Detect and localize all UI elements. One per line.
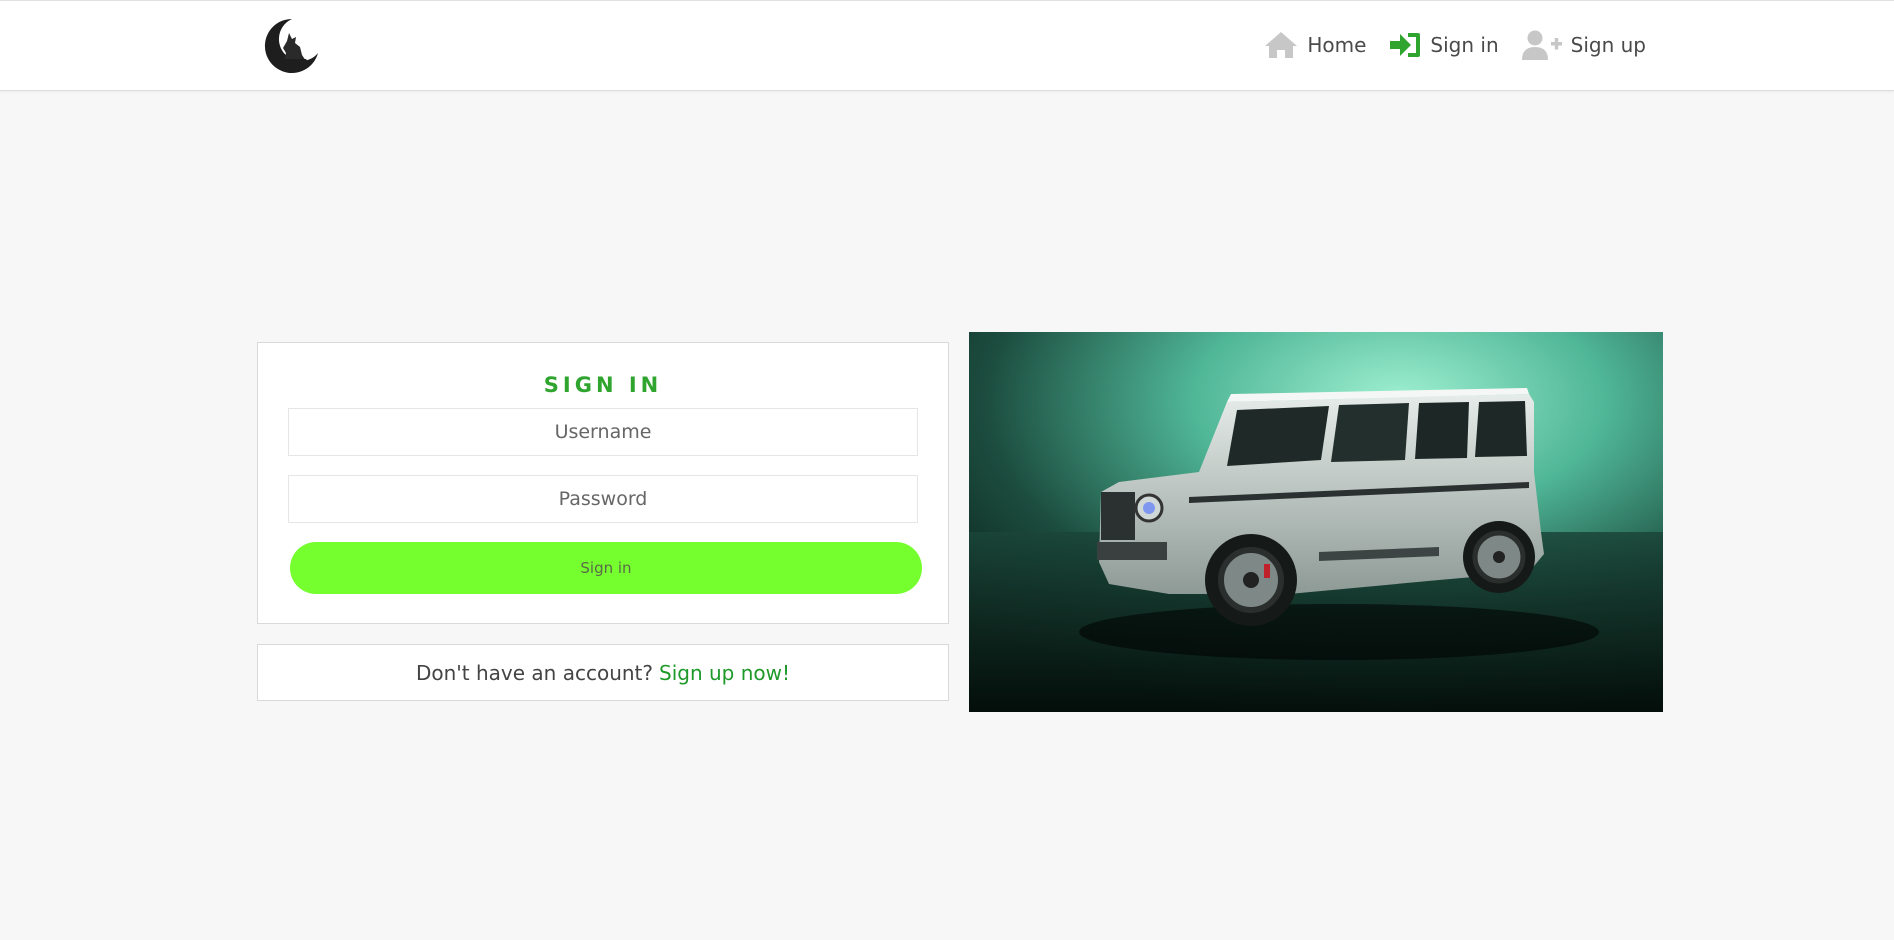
- wolf-moon-logo[interactable]: [262, 15, 322, 75]
- top-navbar: Home Sign in Sign up: [0, 0, 1894, 91]
- nav-signin-link[interactable]: Sign in: [1388, 30, 1499, 60]
- nav-signup-label: Sign up: [1570, 33, 1646, 57]
- username-input[interactable]: [288, 408, 918, 456]
- nav-signup-link[interactable]: Sign up: [1521, 29, 1646, 61]
- nav-signin-label: Sign in: [1430, 33, 1499, 57]
- password-input[interactable]: [288, 475, 918, 523]
- user-plus-icon: [1521, 29, 1563, 61]
- nav-links: Home Sign in Sign up: [1263, 27, 1646, 63]
- nav-home-label: Home: [1307, 33, 1367, 57]
- hero-car-image: [969, 332, 1663, 712]
- signin-card: SIGN IN Sign in: [257, 342, 949, 624]
- sign-in-icon: [1388, 30, 1422, 60]
- signin-title: SIGN IN: [543, 373, 663, 397]
- nav-home-link[interactable]: Home: [1263, 30, 1366, 60]
- signin-submit-button[interactable]: Sign in: [290, 542, 922, 594]
- signup-prompt-card: Don't have an account? Sign up now!: [257, 644, 949, 701]
- home-icon: [1263, 30, 1299, 60]
- signup-prompt-text: Don't have an account?: [415, 660, 654, 685]
- signup-now-link[interactable]: Sign up now!: [659, 661, 790, 685]
